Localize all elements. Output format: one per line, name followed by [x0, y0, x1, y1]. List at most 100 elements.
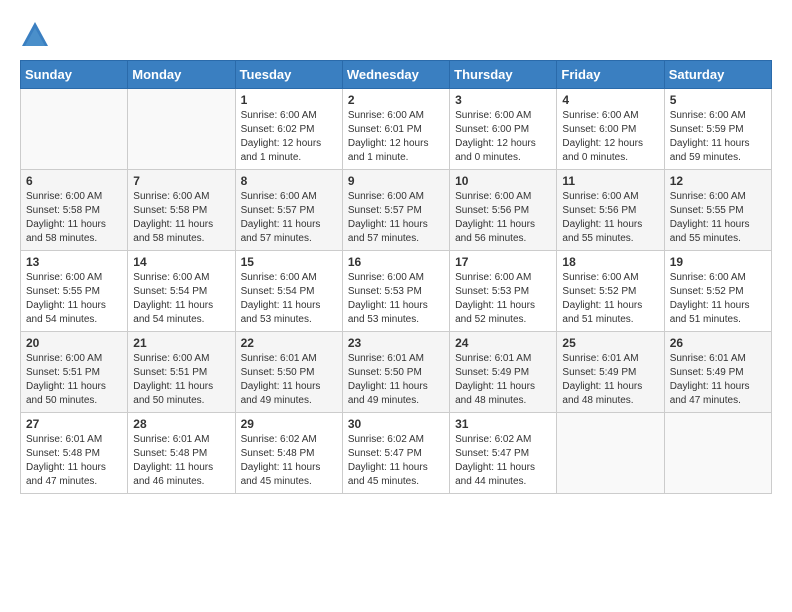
- day-number: 29: [241, 417, 337, 431]
- day-info: Sunrise: 6:00 AMSunset: 6:00 PMDaylight:…: [455, 109, 551, 165]
- calendar-cell: 5 Sunrise: 6:00 AMSunset: 5:59 PMDaylight…: [664, 89, 771, 170]
- column-header-tuesday: Tuesday: [235, 61, 342, 89]
- day-number: 2: [348, 93, 444, 107]
- day-number: 11: [562, 174, 658, 188]
- calendar-week-2: 6 Sunrise: 6:00 AMSunset: 5:58 PMDaylight…: [21, 170, 772, 251]
- day-info: Sunrise: 6:00 AMSunset: 5:57 PMDaylight:…: [348, 190, 444, 246]
- day-number: 19: [670, 255, 766, 269]
- day-number: 14: [133, 255, 229, 269]
- day-number: 6: [26, 174, 122, 188]
- calendar-cell: 11 Sunrise: 6:00 AMSunset: 5:56 PMDayligh…: [557, 170, 664, 251]
- day-info: Sunrise: 6:00 AMSunset: 5:52 PMDaylight:…: [670, 271, 766, 327]
- calendar-cell: 12Sunrise: 6:00 AMSunset: 5:55 PMDayligh…: [664, 170, 771, 251]
- calendar-cell: 6 Sunrise: 6:00 AMSunset: 5:58 PMDaylight…: [21, 170, 128, 251]
- calendar-cell: 9 Sunrise: 6:00 AMSunset: 5:57 PMDaylight…: [342, 170, 449, 251]
- day-number: 18: [562, 255, 658, 269]
- calendar-cell: 16Sunrise: 6:00 AMSunset: 5:53 PMDayligh…: [342, 251, 449, 332]
- calendar-cell: 28Sunrise: 6:01 AMSunset: 5:48 PMDayligh…: [128, 413, 235, 494]
- calendar-cell: 7 Sunrise: 6:00 AMSunset: 5:58 PMDaylight…: [128, 170, 235, 251]
- day-info: Sunrise: 6:00 AMSunset: 5:57 PMDaylight:…: [241, 190, 337, 246]
- day-number: 5: [670, 93, 766, 107]
- day-number: 21: [133, 336, 229, 350]
- day-number: 1: [241, 93, 337, 107]
- calendar-cell: 24 Sunrise: 6:01 AMSunset: 5:49 PMDayligh…: [450, 332, 557, 413]
- column-header-monday: Monday: [128, 61, 235, 89]
- calendar-cell: 25Sunrise: 6:01 AMSunset: 5:49 PMDayligh…: [557, 332, 664, 413]
- day-info: Sunrise: 6:01 AMSunset: 5:48 PMDaylight:…: [26, 433, 122, 489]
- day-info: Sunrise: 6:00 AMSunset: 5:54 PMDaylight:…: [241, 271, 337, 327]
- day-info: Sunrise: 6:01 AMSunset: 5:49 PMDaylight:…: [562, 352, 658, 408]
- calendar-cell: 18 Sunrise: 6:00 AMSunset: 5:52 PMDayligh…: [557, 251, 664, 332]
- day-number: 4: [562, 93, 658, 107]
- column-header-friday: Friday: [557, 61, 664, 89]
- day-info: Sunrise: 6:01 AMSunset: 5:49 PMDaylight:…: [455, 352, 551, 408]
- calendar-cell: 15 Sunrise: 6:00 AMSunset: 5:54 PMDayligh…: [235, 251, 342, 332]
- day-number: 3: [455, 93, 551, 107]
- calendar-cell: 23 Sunrise: 6:01 AMSunset: 5:50 PMDayligh…: [342, 332, 449, 413]
- page-header: [20, 20, 772, 50]
- day-number: 10: [455, 174, 551, 188]
- day-info: Sunrise: 6:00 AMSunset: 5:58 PMDaylight:…: [26, 190, 122, 246]
- column-header-wednesday: Wednesday: [342, 61, 449, 89]
- day-info: Sunrise: 6:01 AMSunset: 5:50 PMDaylight:…: [241, 352, 337, 408]
- calendar-cell: 2 Sunrise: 6:00 AMSunset: 6:01 PMDaylight…: [342, 89, 449, 170]
- day-info: Sunrise: 6:00 AMSunset: 5:53 PMDaylight:…: [348, 271, 444, 327]
- day-number: 23: [348, 336, 444, 350]
- calendar-cell: 30Sunrise: 6:02 AMSunset: 5:47 PMDayligh…: [342, 413, 449, 494]
- column-header-saturday: Saturday: [664, 61, 771, 89]
- calendar-cell: 20Sunrise: 6:00 AMSunset: 5:51 PMDayligh…: [21, 332, 128, 413]
- day-info: Sunrise: 6:02 AMSunset: 5:47 PMDaylight:…: [348, 433, 444, 489]
- logo-icon: [20, 20, 50, 50]
- day-number: 24: [455, 336, 551, 350]
- calendar-cell: 22 Sunrise: 6:01 AMSunset: 5:50 PMDayligh…: [235, 332, 342, 413]
- calendar-cell: 29 Sunrise: 6:02 AMSunset: 5:48 PMDayligh…: [235, 413, 342, 494]
- day-number: 9: [348, 174, 444, 188]
- day-info: Sunrise: 6:00 AMSunset: 5:56 PMDaylight:…: [562, 190, 658, 246]
- day-info: Sunrise: 6:02 AMSunset: 5:47 PMDaylight:…: [455, 433, 551, 489]
- day-info: Sunrise: 6:00 AMSunset: 5:52 PMDaylight:…: [562, 271, 658, 327]
- day-number: 26: [670, 336, 766, 350]
- calendar-cell: 27 Sunrise: 6:01 AMSunset: 5:48 PMDayligh…: [21, 413, 128, 494]
- calendar-cell: 13 Sunrise: 6:00 AMSunset: 5:55 PMDayligh…: [21, 251, 128, 332]
- calendar-cell: 10 Sunrise: 6:00 AMSunset: 5:56 PMDayligh…: [450, 170, 557, 251]
- calendar-cell: 14 Sunrise: 6:00 AMSunset: 5:54 PMDayligh…: [128, 251, 235, 332]
- calendar-week-4: 20Sunrise: 6:00 AMSunset: 5:51 PMDayligh…: [21, 332, 772, 413]
- day-number: 27: [26, 417, 122, 431]
- calendar-cell: [664, 413, 771, 494]
- calendar-cell: 1Sunrise: 6:00 AMSunset: 6:02 PMDaylight…: [235, 89, 342, 170]
- calendar-cell: 8Sunrise: 6:00 AMSunset: 5:57 PMDaylight…: [235, 170, 342, 251]
- day-number: 7: [133, 174, 229, 188]
- calendar-cell: [21, 89, 128, 170]
- calendar-header-row: SundayMondayTuesdayWednesdayThursdayFrid…: [21, 61, 772, 89]
- calendar-cell: 19 Sunrise: 6:00 AMSunset: 5:52 PMDayligh…: [664, 251, 771, 332]
- calendar-table: SundayMondayTuesdayWednesdayThursdayFrid…: [20, 60, 772, 494]
- day-number: 13: [26, 255, 122, 269]
- day-info: Sunrise: 6:00 AMSunset: 5:51 PMDaylight:…: [133, 352, 229, 408]
- day-info: Sunrise: 6:02 AMSunset: 5:48 PMDaylight:…: [241, 433, 337, 489]
- day-info: Sunrise: 6:00 AMSunset: 6:01 PMDaylight:…: [348, 109, 444, 165]
- day-info: Sunrise: 6:00 AMSunset: 5:55 PMDaylight:…: [670, 190, 766, 246]
- calendar-cell: 4 Sunrise: 6:00 AMSunset: 6:00 PMDaylight…: [557, 89, 664, 170]
- column-header-thursday: Thursday: [450, 61, 557, 89]
- day-number: 28: [133, 417, 229, 431]
- day-info: Sunrise: 6:00 AMSunset: 5:53 PMDaylight:…: [455, 271, 551, 327]
- day-number: 31: [455, 417, 551, 431]
- day-info: Sunrise: 6:00 AMSunset: 5:59 PMDaylight:…: [670, 109, 766, 165]
- day-info: Sunrise: 6:00 AMSunset: 5:58 PMDaylight:…: [133, 190, 229, 246]
- day-number: 15: [241, 255, 337, 269]
- day-number: 22: [241, 336, 337, 350]
- column-header-sunday: Sunday: [21, 61, 128, 89]
- day-number: 17: [455, 255, 551, 269]
- calendar-cell: [557, 413, 664, 494]
- calendar-cell: [128, 89, 235, 170]
- calendar-cell: 31 Sunrise: 6:02 AMSunset: 5:47 PMDayligh…: [450, 413, 557, 494]
- calendar-cell: 26 Sunrise: 6:01 AMSunset: 5:49 PMDayligh…: [664, 332, 771, 413]
- day-info: Sunrise: 6:01 AMSunset: 5:49 PMDaylight:…: [670, 352, 766, 408]
- day-info: Sunrise: 6:00 AMSunset: 5:54 PMDaylight:…: [133, 271, 229, 327]
- day-info: Sunrise: 6:00 AMSunset: 5:51 PMDaylight:…: [26, 352, 122, 408]
- day-info: Sunrise: 6:00 AMSunset: 5:55 PMDaylight:…: [26, 271, 122, 327]
- calendar-week-3: 13 Sunrise: 6:00 AMSunset: 5:55 PMDayligh…: [21, 251, 772, 332]
- day-info: Sunrise: 6:01 AMSunset: 5:50 PMDaylight:…: [348, 352, 444, 408]
- day-info: Sunrise: 6:00 AMSunset: 6:00 PMDaylight:…: [562, 109, 658, 165]
- day-info: Sunrise: 6:00 AMSunset: 5:56 PMDaylight:…: [455, 190, 551, 246]
